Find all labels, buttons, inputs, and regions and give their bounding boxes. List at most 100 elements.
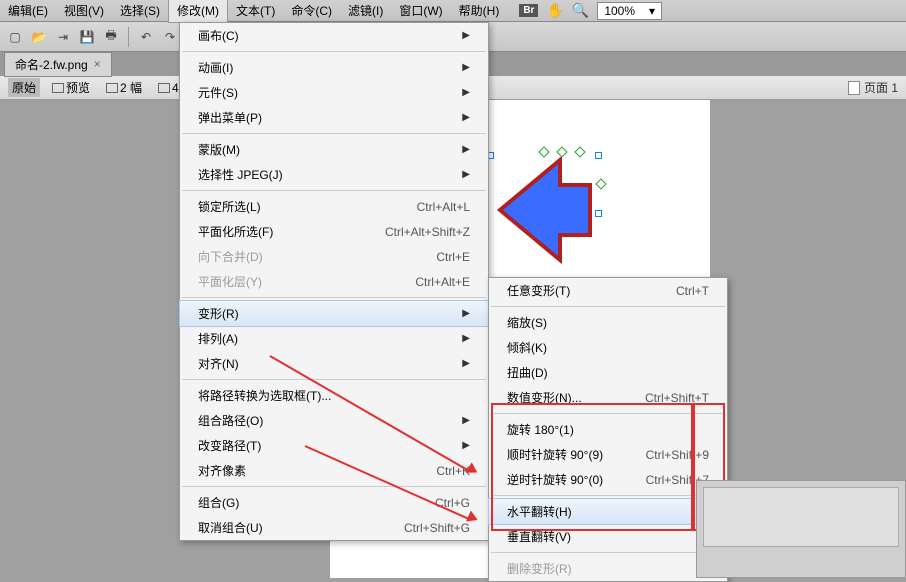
menu-item[interactable]: 选择性 JPEG(J) ▶ bbox=[180, 162, 488, 187]
menu-item[interactable]: 弹出菜单(P)▶ bbox=[180, 105, 488, 130]
print-icon[interactable]: 🖶 bbox=[102, 28, 120, 46]
submenu-arrow-icon: ▶ bbox=[462, 30, 470, 41]
submenu-arrow-icon: ▶ bbox=[462, 144, 470, 155]
menu-item-label: 对齐(N) bbox=[198, 355, 239, 372]
menu-item[interactable]: 锁定所选(L) Ctrl+Alt+L bbox=[180, 194, 488, 219]
submenu-arrow-icon: ▶ bbox=[462, 415, 470, 426]
menu-filter[interactable]: 滤镜(I) bbox=[340, 0, 391, 22]
menu-item[interactable]: 取消组合(U) Ctrl+Shift+G bbox=[180, 515, 488, 540]
menu-item-label: 向下合并(D) bbox=[198, 248, 263, 265]
menu-item-label: 平面化层(Y) bbox=[198, 273, 262, 290]
menu-shortcut: Ctrl+E bbox=[436, 250, 470, 264]
menu-item[interactable]: 倾斜(K) bbox=[489, 335, 727, 360]
menu-item-label: 锁定所选(L) bbox=[198, 198, 261, 215]
tab-label: 命名-2.fw.png bbox=[15, 56, 88, 73]
menu-item-label: 删除变形(R) bbox=[507, 560, 572, 577]
menu-item[interactable]: 画布(C) ▶ bbox=[180, 23, 488, 48]
menu-item[interactable]: 蒙版(M)▶ bbox=[180, 137, 488, 162]
submenu-arrow-icon: ▶ bbox=[462, 308, 470, 319]
submenu-arrow-icon: ▶ bbox=[462, 87, 470, 98]
menu-shortcut: Ctrl+Alt+Shift+Z bbox=[385, 225, 470, 239]
menu-item-label: 平面化所选(F) bbox=[198, 223, 273, 240]
menu-item[interactable]: 将路径转换为选取框(T)... bbox=[180, 383, 488, 408]
selection-handle[interactable] bbox=[595, 152, 602, 159]
menu-item-label: 选择性 JPEG(J) bbox=[198, 166, 283, 183]
open-icon[interactable]: 📂 bbox=[30, 28, 48, 46]
menu-item-label: 变形(R) bbox=[198, 305, 239, 322]
menu-item-label: 对齐像素 bbox=[198, 462, 246, 479]
chevron-down-icon: ▾ bbox=[649, 4, 655, 18]
menu-item-label: 组合(G) bbox=[198, 494, 239, 511]
page-icon bbox=[848, 81, 860, 95]
panel-thumbnail[interactable] bbox=[703, 487, 899, 547]
menu-shortcut: Ctrl+K bbox=[436, 464, 470, 478]
undo-icon[interactable]: ↶ bbox=[137, 28, 155, 46]
menu-item-label: 元件(S) bbox=[198, 84, 238, 101]
menu-item-label: 将路径转换为选取框(T)... bbox=[198, 387, 331, 404]
magnifier-icon[interactable]: 🔍 bbox=[572, 2, 589, 19]
import-icon[interactable]: ⇥ bbox=[54, 28, 72, 46]
menu-item-label: 倾斜(K) bbox=[507, 339, 547, 356]
page-indicator[interactable]: 页面 1 bbox=[848, 79, 898, 96]
menu-item-label: 弹出菜单(P) bbox=[198, 109, 262, 126]
menu-shortcut: Ctrl+T bbox=[676, 284, 709, 298]
menu-item[interactable]: 对齐(N) ▶ bbox=[180, 351, 488, 376]
menu-item[interactable]: 平面化所选(F) Ctrl+Alt+Shift+Z bbox=[180, 219, 488, 244]
submenu-arrow-icon: ▶ bbox=[462, 169, 470, 180]
selected-arrow-shape[interactable] bbox=[490, 145, 600, 275]
menu-item[interactable]: 动画(I) ▶ bbox=[180, 55, 488, 80]
menu-item[interactable]: 扭曲(D) bbox=[489, 360, 727, 385]
menu-item[interactable]: 缩放(S) bbox=[489, 310, 727, 335]
menu-item-label: 取消组合(U) bbox=[198, 519, 263, 536]
menu-item[interactable]: 任意变形(T) Ctrl+T bbox=[489, 278, 727, 303]
menu-item[interactable]: 组合(G)Ctrl+G bbox=[180, 490, 488, 515]
menu-view[interactable]: 视图(V) bbox=[56, 0, 112, 22]
menu-item-label: 排列(A) bbox=[198, 330, 238, 347]
menubar: 编辑(E) 视图(V) 选择(S) 修改(M) 文本(T) 命令(C) 滤镜(I… bbox=[0, 0, 906, 22]
menu-item[interactable]: 组合路径(O) ▶ bbox=[180, 408, 488, 433]
selection-handle[interactable] bbox=[595, 210, 602, 217]
document-tab[interactable]: 命名-2.fw.png × bbox=[4, 52, 112, 77]
new-icon[interactable]: ▢ bbox=[6, 28, 24, 46]
menu-item[interactable]: 元件(S) ▶ bbox=[180, 80, 488, 105]
annotation-box bbox=[491, 403, 693, 531]
menu-item[interactable]: 对齐像素 Ctrl+K bbox=[180, 458, 488, 483]
menu-item-label: 动画(I) bbox=[198, 59, 233, 76]
view-mode-preview[interactable]: 预览 bbox=[48, 78, 94, 97]
submenu-arrow-icon: ▶ bbox=[462, 358, 470, 369]
menu-shortcut: Ctrl+Alt+L bbox=[417, 200, 470, 214]
menu-item-label: 任意变形(T) bbox=[507, 282, 570, 299]
menu-window[interactable]: 窗口(W) bbox=[391, 0, 450, 22]
redo-icon[interactable]: ↷ bbox=[161, 28, 179, 46]
menu-command[interactable]: 命令(C) bbox=[283, 0, 340, 22]
menu-item-label: 改变路径(T) bbox=[198, 437, 261, 454]
zoom-value: 100% bbox=[604, 4, 635, 18]
menu-item-label: 缩放(S) bbox=[507, 314, 547, 331]
view-mode-original[interactable]: 原始 bbox=[8, 78, 40, 97]
menu-shortcut: Ctrl+Alt+E bbox=[415, 275, 470, 289]
menu-item[interactable]: 排列(A) ▶ bbox=[180, 326, 488, 351]
menu-edit[interactable]: 编辑(E) bbox=[0, 0, 56, 22]
submenu-arrow-icon: ▶ bbox=[462, 440, 470, 451]
menu-item-label: 组合路径(O) bbox=[198, 412, 263, 429]
bridge-icon[interactable]: Br bbox=[519, 4, 538, 17]
menu-item-label: 扭曲(D) bbox=[507, 364, 548, 381]
menu-item[interactable]: 变形(R) ▶ bbox=[179, 300, 489, 327]
menu-modify[interactable]: 修改(M) bbox=[168, 0, 228, 23]
close-icon[interactable]: × bbox=[94, 57, 101, 71]
page-label-text: 页面 1 bbox=[864, 79, 898, 96]
submenu-arrow-icon: ▶ bbox=[462, 333, 470, 344]
zoom-select[interactable]: 100% ▾ bbox=[597, 2, 662, 20]
menu-select[interactable]: 选择(S) bbox=[112, 0, 168, 22]
menu-item: 平面化层(Y) Ctrl+Alt+E bbox=[180, 269, 488, 294]
hand-icon[interactable]: ✋ bbox=[546, 2, 563, 19]
menu-item: 向下合并(D) Ctrl+E bbox=[180, 244, 488, 269]
menu-shortcut: Ctrl+Shift+G bbox=[404, 521, 470, 535]
menu-help[interactable]: 帮助(H) bbox=[451, 0, 508, 22]
submenu-arrow-icon: ▶ bbox=[462, 62, 470, 73]
view-mode-2up[interactable]: 2 幅 bbox=[102, 78, 146, 97]
modify-menu-dropdown: 画布(C)▶动画(I)▶元件(S)▶弹出菜单(P)▶蒙版(M)▶选择性 JPEG… bbox=[179, 22, 489, 541]
menu-text[interactable]: 文本(T) bbox=[228, 0, 283, 22]
save-icon[interactable]: 💾 bbox=[78, 28, 96, 46]
menu-item-label: 画布(C) bbox=[198, 27, 239, 44]
